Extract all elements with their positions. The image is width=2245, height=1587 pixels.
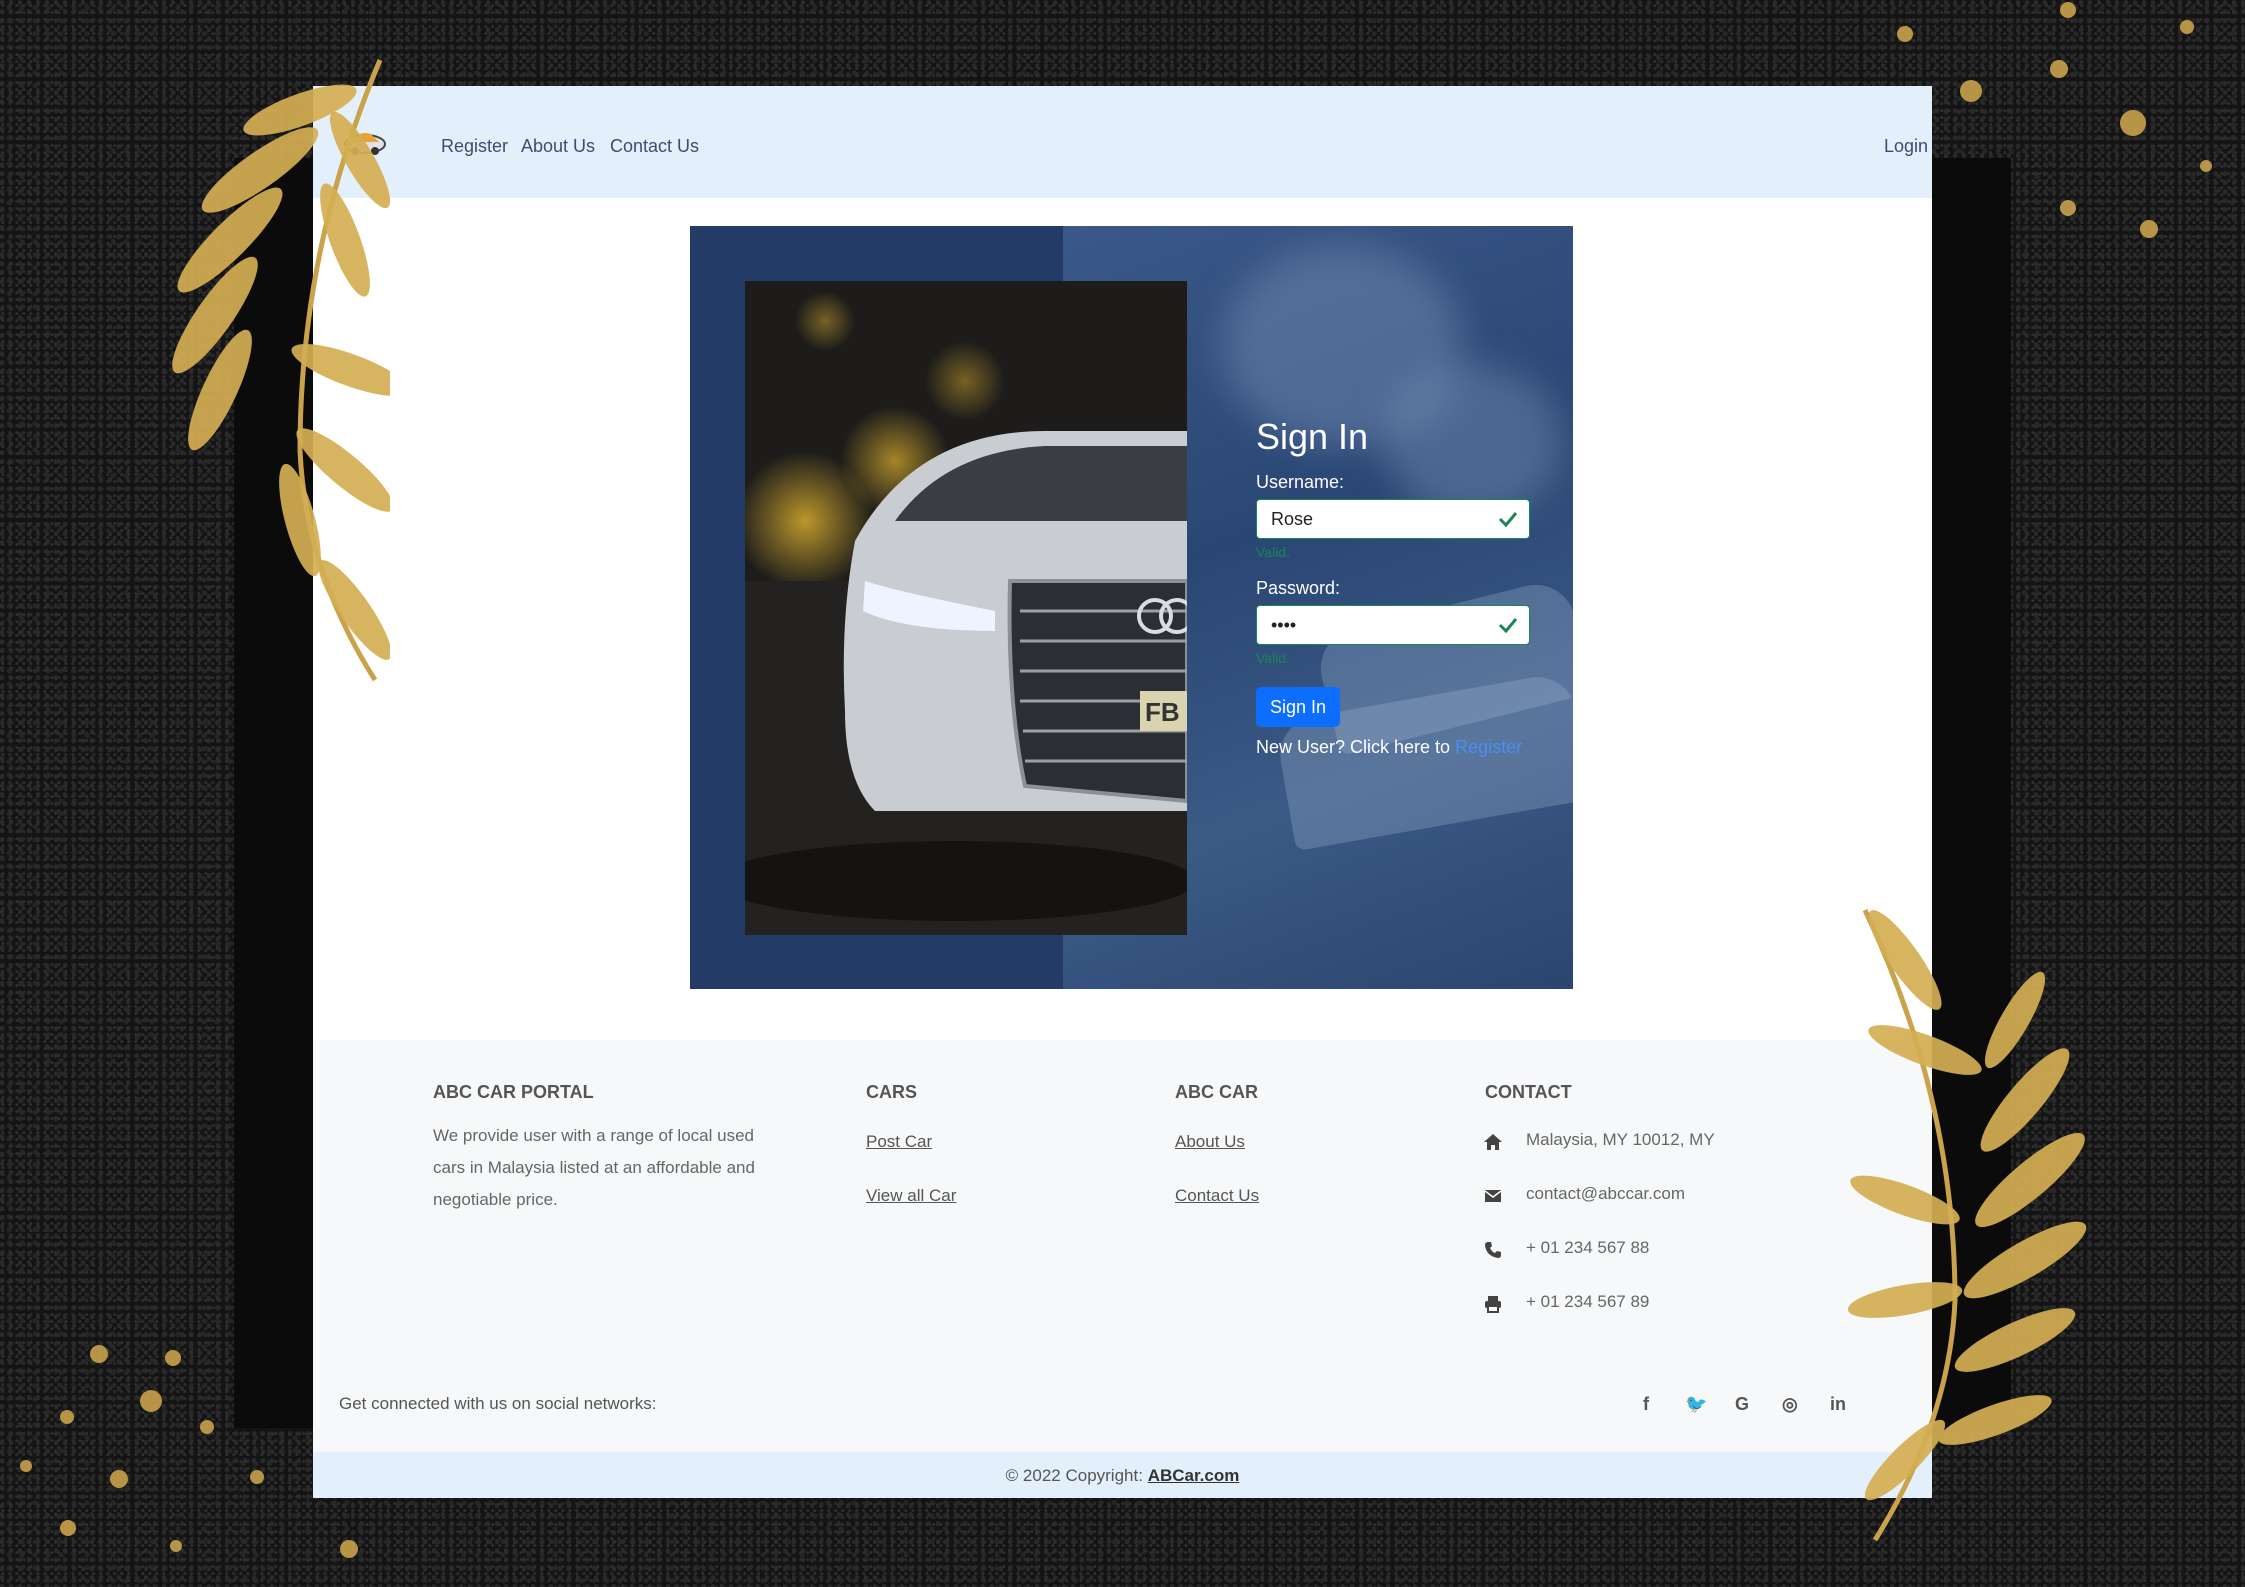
contact-phone: + 01 234 567 88 xyxy=(1526,1238,1650,1257)
register-link[interactable]: Register xyxy=(1455,737,1522,757)
new-user-label: New User? Click here to xyxy=(1256,737,1451,757)
username-label: Username: xyxy=(1256,472,1345,492)
linkedin-icon[interactable]: in xyxy=(1830,1394,1846,1415)
nav-register-link[interactable]: Register xyxy=(441,136,508,157)
copyright-text: © 2022 Copyright: xyxy=(1005,1466,1143,1485)
footer-cars-heading: CARS xyxy=(866,1082,918,1102)
checkmark-icon xyxy=(1498,512,1518,528)
contact-fax: + 01 234 567 89 xyxy=(1526,1292,1650,1311)
footer-portal-description: We provide user with a range of local us… xyxy=(433,1120,755,1216)
nav-about-link[interactable]: About Us xyxy=(521,136,595,157)
login-panel: FB Sign In Username: Valid. Password: Va… xyxy=(690,226,1573,989)
description-line: cars in Malaysia listed at an affordable… xyxy=(433,1158,755,1177)
sign-in-button[interactable]: Sign In xyxy=(1256,687,1340,727)
gold-leaf-decoration xyxy=(172,59,390,682)
svg-text:FB: FB xyxy=(1145,697,1180,727)
footer-contact-heading: CONTACT xyxy=(1485,1082,1572,1102)
description-line: We provide user with a range of local us… xyxy=(433,1126,754,1145)
car-photo: FB xyxy=(745,281,1187,935)
view-all-car-link[interactable]: View all Car xyxy=(866,1186,956,1206)
checkmark-icon xyxy=(1498,618,1518,634)
password-field[interactable] xyxy=(1256,605,1530,645)
footer-contact-link[interactable]: Contact Us xyxy=(1175,1186,1259,1206)
google-icon[interactable]: G xyxy=(1735,1394,1749,1415)
copyright-site-link[interactable]: ABCar.com xyxy=(1148,1466,1240,1485)
social-networks-text: Get connected with us on social networks… xyxy=(339,1394,657,1413)
password-input[interactable] xyxy=(1269,606,1493,644)
description-line: negotiable price. xyxy=(433,1190,558,1209)
twitter-icon[interactable]: 🐦 xyxy=(1685,1394,1707,1415)
footer-portal-heading: ABC CAR PORTAL xyxy=(433,1082,594,1102)
contact-address: Malaysia, MY 10012, MY xyxy=(1526,1130,1715,1149)
contact-email: contact@abccar.com xyxy=(1526,1184,1685,1203)
footer-about-link[interactable]: About Us xyxy=(1175,1132,1245,1152)
username-input[interactable] xyxy=(1269,500,1493,538)
signin-title: Sign In xyxy=(1256,416,1369,457)
username-field[interactable] xyxy=(1256,499,1530,539)
footer: ABC CAR PORTAL We provide user with a ra… xyxy=(313,1040,1932,1452)
phone-icon xyxy=(1485,1242,1501,1258)
username-valid-feedback: Valid. xyxy=(1256,544,1290,560)
gold-leaf-decoration xyxy=(1847,908,2087,1542)
password-valid-feedback: Valid. xyxy=(1256,650,1290,666)
post-car-link[interactable]: Post Car xyxy=(866,1132,932,1152)
nav-contact-link[interactable]: Contact Us xyxy=(610,136,699,157)
nav-login-link[interactable]: Login xyxy=(1884,136,1928,157)
password-label: Password: xyxy=(1256,578,1341,598)
navbar: Register About Us Contact Us Login xyxy=(313,86,1932,198)
copyright-bar: © 2022 Copyright: ABCar.com xyxy=(313,1452,1932,1498)
home-icon xyxy=(1484,1134,1502,1150)
instagram-icon[interactable]: ◎ xyxy=(1782,1394,1798,1415)
facebook-icon[interactable]: f xyxy=(1643,1394,1649,1415)
new-user-text: New User? Click here to Register xyxy=(1256,737,1522,758)
footer-abccar-heading: ABC CAR xyxy=(1175,1082,1258,1102)
browser-page: Register About Us Contact Us Login FB Si… xyxy=(313,86,1932,1498)
envelope-icon xyxy=(1484,1190,1502,1202)
printer-icon xyxy=(1485,1296,1501,1313)
